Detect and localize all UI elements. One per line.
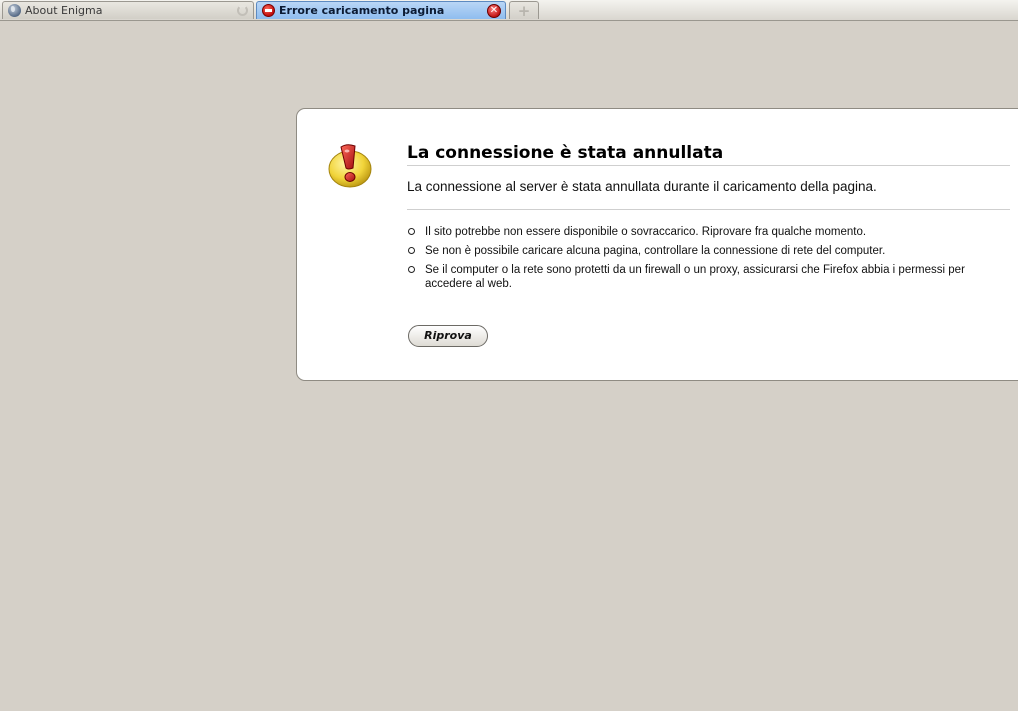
tab-label: Errore caricamento pagina [279, 4, 445, 17]
close-tab-icon[interactable]: ✕ [487, 3, 501, 18]
warning-icon [328, 144, 372, 188]
loading-icon [237, 5, 248, 16]
globe-icon [8, 4, 21, 17]
tab-errore-caricamento[interactable]: Errore caricamento pagina ✕ [256, 1, 506, 19]
list-item: Il sito potrebbe non essere disponibile … [408, 225, 985, 239]
tab-about-enigma[interactable]: About Enigma [2, 1, 254, 19]
new-tab-button[interactable]: + [509, 1, 539, 20]
plus-icon: + [517, 1, 531, 20]
retry-button[interactable]: Riprova [408, 325, 488, 347]
error-icon [262, 4, 275, 17]
error-page-container: La connessione è stata annullata La conn… [296, 108, 1018, 381]
tab-label: About Enigma [25, 4, 103, 17]
error-description: La connessione al server è stata annulla… [407, 179, 1010, 210]
error-title: La connessione è stata annullata [407, 143, 1010, 166]
list-item: Se non è possibile caricare alcuna pagin… [408, 244, 985, 258]
error-suggestions-list: Il sito potrebbe non essere disponibile … [407, 225, 985, 296]
tab-bar: About Enigma Errore caricamento pagina ✕… [0, 0, 1018, 21]
list-item: Se il computer o la rete sono protetti d… [408, 263, 985, 291]
